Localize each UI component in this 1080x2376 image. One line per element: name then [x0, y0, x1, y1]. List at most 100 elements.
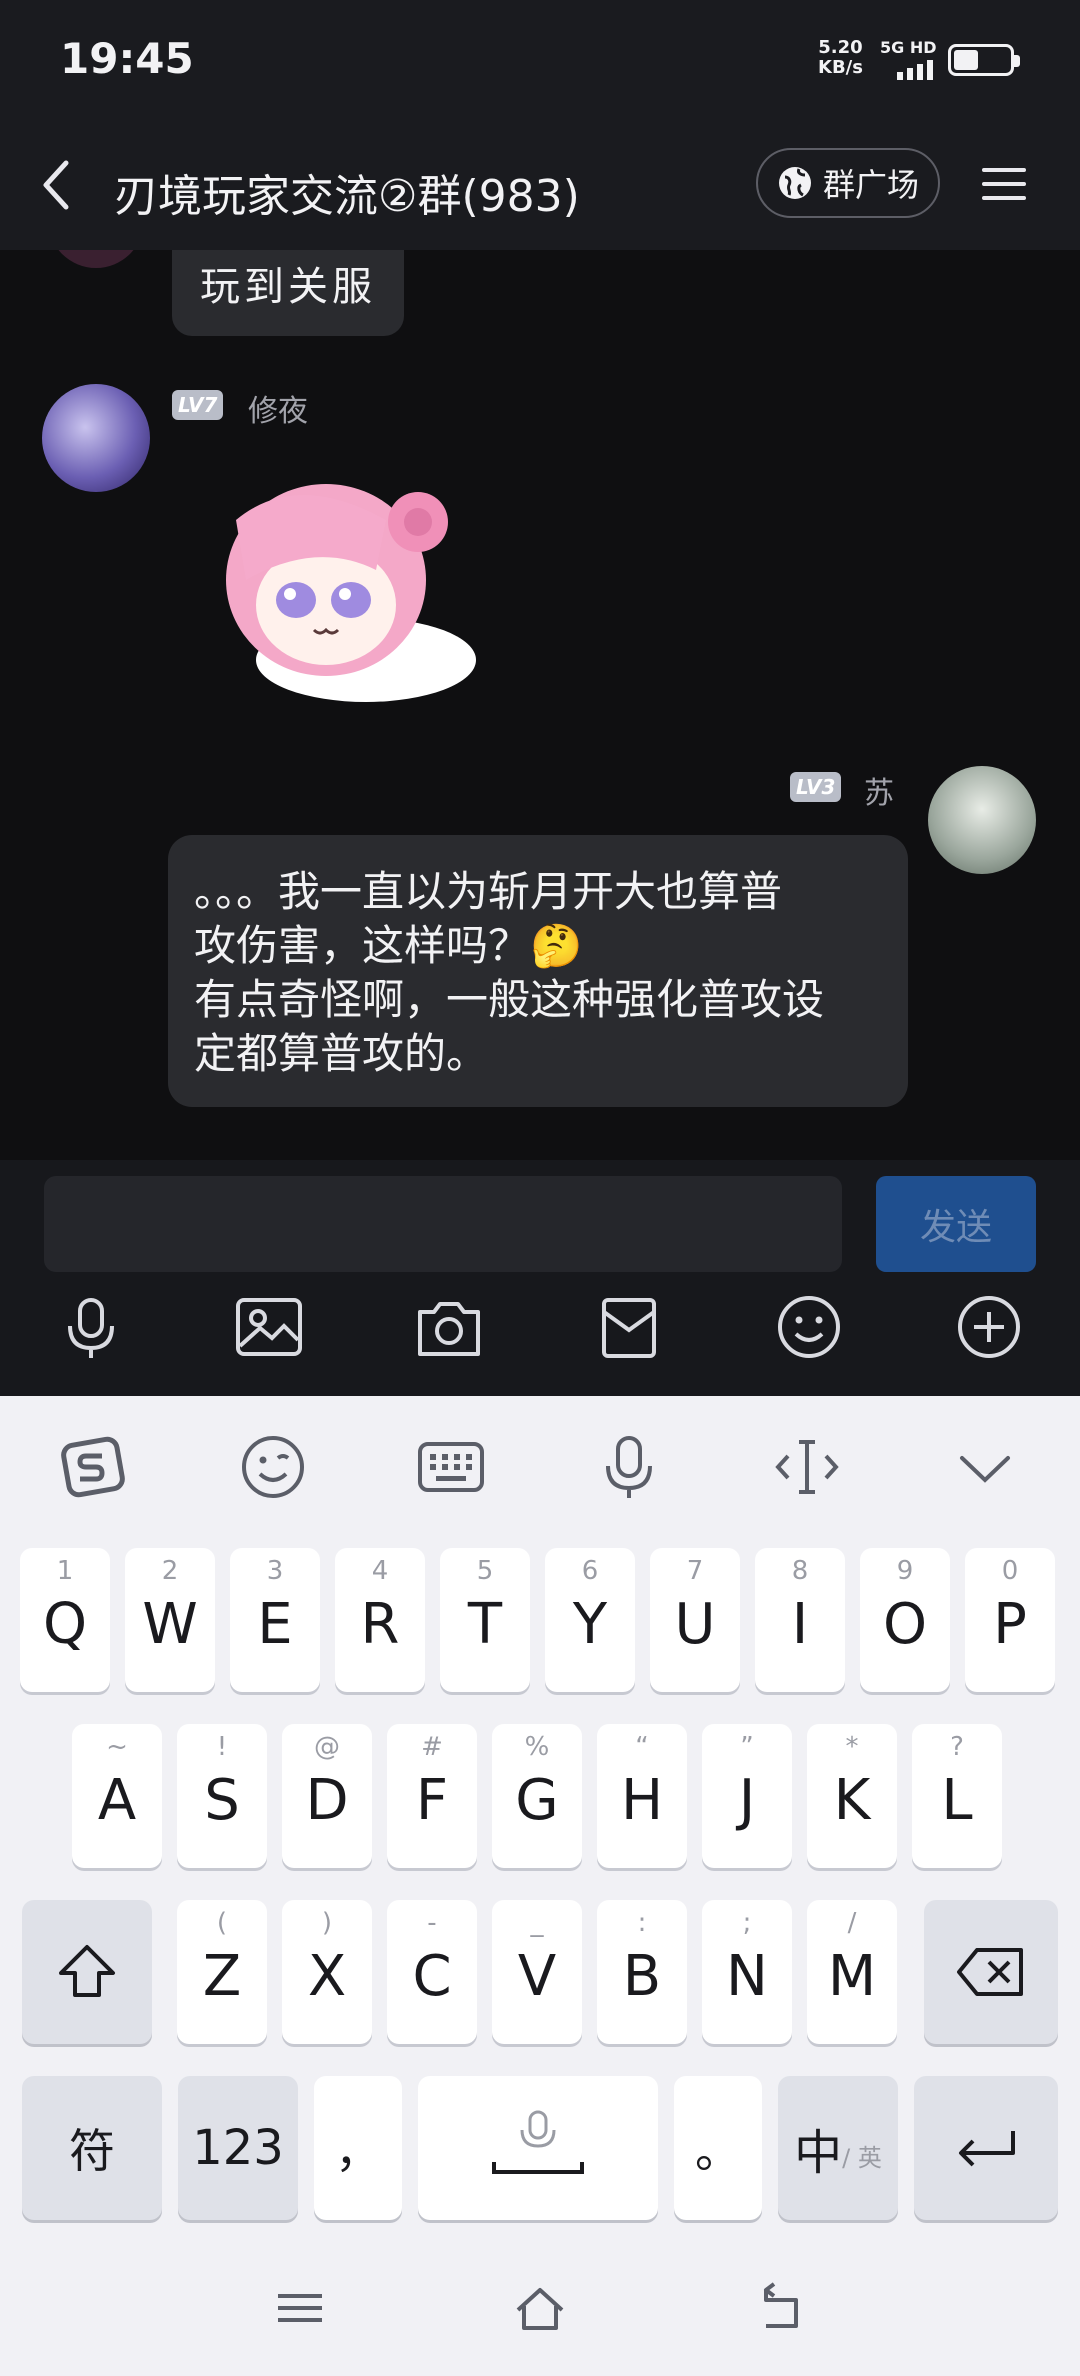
key-label: X	[307, 1944, 347, 2009]
back-icon[interactable]	[752, 2280, 808, 2336]
shift-key[interactable]	[22, 1900, 152, 2044]
message-line: 定都算普攻的。	[194, 1029, 489, 1078]
key-u[interactable]: 7U	[650, 1548, 740, 1692]
sticker-image[interactable]	[196, 460, 486, 710]
chevron-down-icon[interactable]	[950, 1432, 1020, 1502]
emoji-icon[interactable]	[774, 1292, 844, 1362]
key-l[interactable]: ? L	[912, 1724, 1002, 1868]
cursor-move-icon[interactable]	[772, 1432, 842, 1502]
key-x[interactable]: ) X	[282, 1900, 372, 2044]
message-bubble[interactable]: 。。。我一直以为斩月开大也算普 攻伤害，这样吗？🤔 有点奇怪啊，一般这种强化普攻…	[168, 835, 908, 1107]
key-secondary-label: 3	[266, 1556, 284, 1586]
emoji-icon[interactable]	[238, 1432, 308, 1502]
key-s[interactable]: ! S	[177, 1724, 267, 1868]
message-input[interactable]	[44, 1176, 842, 1272]
key-label: G	[515, 1768, 559, 1833]
globe-icon	[778, 167, 811, 199]
soft-keyboard: 1Q2W3E4R5T6Y7U8I9O0P ~ A! S @ D # F% G “H” J * K? L …	[0, 1396, 1080, 2376]
chat-header: 刃境玩家交流②群(983) 群广场	[0, 120, 1080, 250]
enter-key[interactable]	[914, 2076, 1058, 2220]
key-p[interactable]: 0P	[965, 1548, 1055, 1692]
key-secondary-label: 1	[56, 1556, 74, 1586]
key-label: K	[833, 1768, 871, 1833]
key-w[interactable]: 2W	[125, 1548, 215, 1692]
microphone-icon[interactable]	[56, 1292, 126, 1362]
language-sub-label: / 英	[842, 2143, 882, 2172]
period-key[interactable]: 。	[674, 2076, 762, 2220]
key-secondary-label: !	[216, 1732, 228, 1762]
send-button[interactable]: 发送	[876, 1176, 1036, 1272]
key-g[interactable]: % G	[492, 1724, 582, 1868]
key-m[interactable]: / M	[807, 1900, 897, 2044]
key-secondary-label: (	[216, 1908, 228, 1938]
language-switch-key[interactable]: 中 / 英	[778, 2076, 898, 2220]
key-h[interactable]: “H	[597, 1724, 687, 1868]
back-arrow-icon[interactable]	[34, 155, 82, 215]
menu-icon[interactable]	[272, 2280, 328, 2336]
keyboard-icon[interactable]	[416, 1432, 486, 1502]
key-n[interactable]: ; N	[702, 1900, 792, 2044]
key-secondary-label: 7	[686, 1556, 704, 1586]
space-key[interactable]	[418, 2076, 658, 2220]
input-bar: 发送	[0, 1160, 1080, 1396]
key-k[interactable]: * K	[807, 1724, 897, 1868]
key-secondary-label: 4	[371, 1556, 389, 1586]
comma-key[interactable]: ，	[314, 2076, 402, 2220]
avatar[interactable]	[48, 250, 144, 268]
enter-icon	[959, 2131, 1015, 2167]
message-line: 攻伤害，这样吗？🤔	[194, 921, 583, 970]
key-q[interactable]: 1Q	[20, 1548, 110, 1692]
key-d[interactable]: @ D	[282, 1724, 372, 1868]
plus-icon[interactable]	[954, 1292, 1024, 1362]
key-i[interactable]: 8I	[755, 1548, 845, 1692]
key-c[interactable]: -C	[387, 1900, 477, 2044]
key-y[interactable]: 6Y	[545, 1548, 635, 1692]
key-label: W	[142, 1592, 198, 1657]
system-nav-bar	[0, 2240, 1080, 2376]
key-label: L	[941, 1768, 973, 1833]
key-t[interactable]: 5T	[440, 1548, 530, 1692]
key-secondary-label: 2	[161, 1556, 179, 1586]
key-z[interactable]: (Z	[177, 1900, 267, 2044]
message-bubble[interactable]: 玩到关服	[172, 250, 404, 336]
sogou-logo-icon[interactable]	[58, 1432, 128, 1502]
key-label: V	[517, 1944, 557, 2009]
level-badge: LV7	[172, 390, 224, 420]
key-b[interactable]: :B	[597, 1900, 687, 2044]
key-a[interactable]: ~ A	[72, 1724, 162, 1868]
key-label: S	[204, 1768, 240, 1833]
key-secondary-label: ”	[740, 1732, 754, 1762]
key-secondary-label: -	[427, 1908, 437, 1938]
key-label: Q	[42, 1592, 88, 1657]
key-e[interactable]: 3E	[230, 1548, 320, 1692]
message-list[interactable]: 玩到关服 LV7 修夜 LV3 苏 。。。我一直以为斩月开大也算普 攻伤害，这样…	[0, 250, 1080, 1160]
group-plaza-label: 群广场	[822, 166, 919, 204]
camera-icon[interactable]	[414, 1292, 484, 1362]
key-label: F	[415, 1768, 449, 1833]
menu-icon[interactable]	[980, 160, 1028, 208]
key-o[interactable]: 9O	[860, 1548, 950, 1692]
backspace-key[interactable]	[924, 1900, 1058, 2044]
key-secondary-label: )	[321, 1908, 333, 1938]
key-j[interactable]: ” J	[702, 1724, 792, 1868]
image-icon[interactable]	[234, 1292, 304, 1362]
numbers-key[interactable]: 123	[178, 2076, 298, 2220]
key-label: N	[726, 1944, 768, 2009]
status-bar: 19:45 5.20 KB/s 5G HD	[0, 0, 1080, 120]
key-f[interactable]: # F	[387, 1724, 477, 1868]
sender-name[interactable]: 修夜	[248, 386, 308, 430]
key-v[interactable]: _ V	[492, 1900, 582, 2044]
group-plaza-button[interactable]: 群广场	[756, 148, 940, 218]
key-label: O	[882, 1592, 928, 1657]
key-secondary-label: ?	[950, 1732, 964, 1762]
envelope-icon[interactable]	[594, 1292, 664, 1362]
symbols-key[interactable]: 符	[22, 2076, 162, 2220]
key-r[interactable]: 4R	[335, 1548, 425, 1692]
avatar[interactable]	[42, 384, 150, 492]
home-icon[interactable]	[512, 2280, 568, 2336]
language-main-label: 中	[794, 2125, 843, 2181]
avatar[interactable]	[928, 766, 1036, 874]
sender-name[interactable]: 苏	[864, 768, 894, 812]
voice-input-icon[interactable]	[594, 1432, 664, 1502]
group-title[interactable]: 刃境玩家交流②群(983)	[114, 160, 580, 224]
